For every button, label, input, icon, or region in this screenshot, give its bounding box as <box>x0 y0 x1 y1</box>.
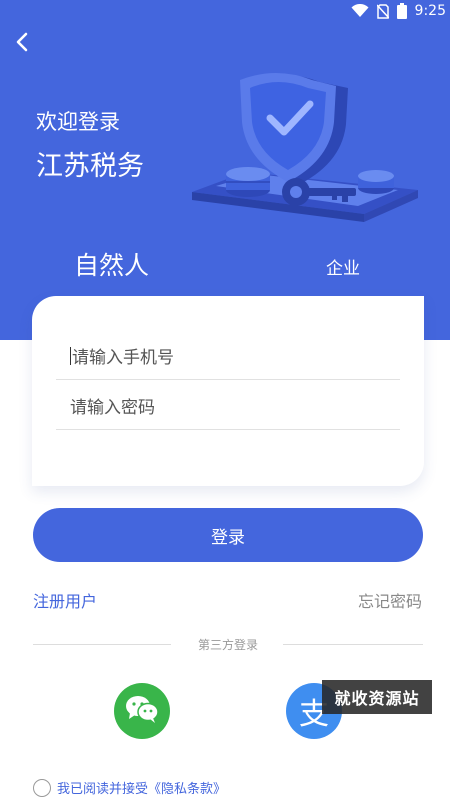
phone-placeholder: 请输入手机号 <box>72 348 174 368</box>
page-title: 江苏税务 <box>36 151 144 182</box>
login-form-card: 请输入手机号 请输入密码 <box>32 296 424 486</box>
welcome-text: 欢迎登录 <box>36 110 120 134</box>
agreement-radio[interactable] <box>33 778 51 797</box>
password-placeholder: 请输入密码 <box>70 398 155 418</box>
wechat-icon <box>124 694 160 728</box>
status-time: 9:25 <box>414 3 446 19</box>
phone-input[interactable]: 请输入手机号 <box>56 332 400 380</box>
divider-right <box>283 644 423 645</box>
shield-key-illustration <box>186 64 426 232</box>
password-input[interactable]: 请输入密码 <box>56 382 400 430</box>
agreement-text[interactable]: 我已阅读并接受《隐私条款》 <box>57 778 226 797</box>
battery-icon <box>396 3 407 19</box>
chevron-left-icon <box>15 32 29 56</box>
register-link[interactable]: 注册用户 <box>33 588 97 612</box>
text-caret <box>70 346 71 365</box>
wifi-icon <box>351 4 369 18</box>
watermark: 就收资源站 <box>322 680 432 714</box>
agreement-row: 我已阅读并接受《隐私条款》 <box>33 778 226 797</box>
tab-enterprise[interactable]: 企业 <box>326 254 360 279</box>
forgot-password-link[interactable]: 忘记密码 <box>358 588 422 612</box>
back-button[interactable] <box>8 30 36 58</box>
status-bar: 9:25 <box>0 0 450 24</box>
no-sim-icon <box>376 3 389 19</box>
tab-natural-person[interactable]: 自然人 <box>74 246 149 282</box>
wechat-login-button[interactable] <box>114 683 170 739</box>
login-button[interactable]: 登录 <box>33 508 423 562</box>
